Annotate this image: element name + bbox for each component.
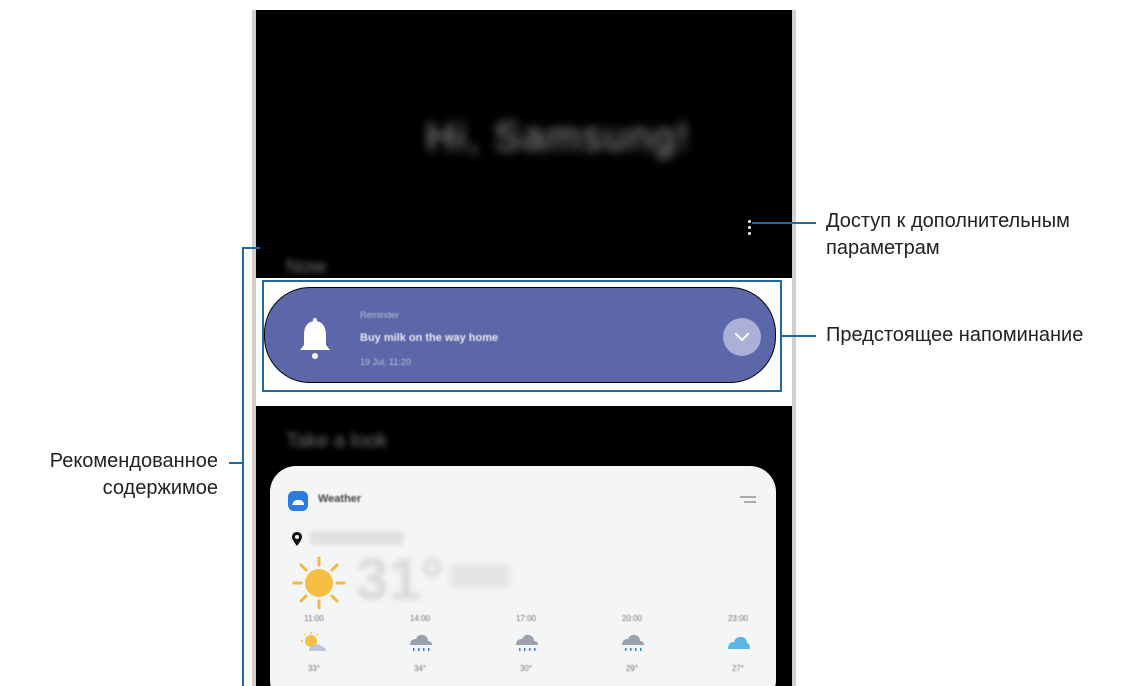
forecast-time: 14:00	[409, 614, 431, 623]
callout-line-more-options	[752, 222, 816, 224]
callout-more-options-line2: параметрам	[826, 237, 940, 259]
callout-recommended: Рекомендованное содержимое	[8, 448, 218, 502]
forecast-item: 11:00 33°	[284, 614, 344, 673]
rain-cloud-icon	[516, 634, 538, 651]
location-pin-icon	[292, 532, 302, 546]
greeting-text: Hi, Samsung!	[426, 115, 691, 159]
bracket-vertical	[242, 247, 244, 686]
weather-menu-icon[interactable]	[740, 496, 756, 504]
weather-app-icon	[288, 491, 308, 511]
section-title-now: Now	[286, 256, 327, 278]
section-title-take-a-look: Take a look	[286, 430, 388, 452]
forecast-temp: 33°	[307, 664, 321, 673]
forecast-time: 17:00	[515, 614, 537, 623]
callout-more-options: Доступ к дополнительным параметрам	[826, 208, 1070, 262]
forecast-time: 20:00	[621, 614, 643, 623]
weather-card[interactable]: Weather 31° 11:00 33° 14:00 34° 17:00 30…	[270, 466, 776, 686]
check-icon	[735, 333, 749, 342]
forecast-item: 17:00 30°	[496, 614, 556, 673]
more-options-icon	[747, 219, 751, 223]
rain-cloud-icon	[622, 634, 644, 651]
reminder-label: Reminder	[360, 310, 400, 320]
cloud-icon	[728, 636, 750, 649]
complete-reminder-button[interactable]	[723, 318, 761, 356]
forecast-temp: 27°	[731, 664, 745, 673]
callout-recommended-line2: содержимое	[102, 477, 218, 499]
callout-recommended-line1: Рекомендованное	[49, 450, 218, 472]
phone-edge-right	[792, 10, 796, 686]
forecast-temp: 34°	[413, 664, 427, 673]
current-temperature: 31°	[356, 547, 444, 612]
sun-icon	[292, 556, 346, 610]
forecast-item: 23:00 27°	[708, 614, 768, 673]
reminder-card[interactable]: Reminder Buy milk on the way home 19 Jul…	[264, 287, 776, 383]
reminder-title: Buy milk on the way home	[360, 332, 499, 344]
rain-cloud-icon	[410, 634, 432, 651]
forecast-time: 23:00	[727, 614, 749, 623]
forecast-item: 20:00 29°	[602, 614, 662, 673]
location-name-blurred	[310, 531, 404, 545]
weather-details-blurred	[450, 564, 510, 588]
bracket-top-tick	[242, 247, 260, 249]
callout-line-reminder	[782, 335, 816, 337]
forecast-temp: 29°	[625, 664, 639, 673]
forecast-item: 14:00 34°	[390, 614, 450, 673]
partly-sunny-icon	[301, 632, 326, 651]
callout-more-options-line1: Доступ к дополнительным	[826, 210, 1070, 232]
phone-screen: Hi, Samsung! Now Reminder Buy milk on th…	[256, 10, 792, 686]
forecast-time: 11:00	[304, 614, 324, 623]
reminder-time: 19 Jul, 11:20	[360, 357, 411, 367]
forecast-temp: 30°	[519, 664, 533, 673]
callout-upcoming-reminder: Предстоящее напоминание	[826, 324, 1084, 346]
more-options-button[interactable]	[743, 214, 755, 240]
weather-app-name: Weather	[318, 493, 362, 505]
bell-icon	[300, 318, 330, 359]
bracket-mid-tick	[229, 462, 242, 464]
